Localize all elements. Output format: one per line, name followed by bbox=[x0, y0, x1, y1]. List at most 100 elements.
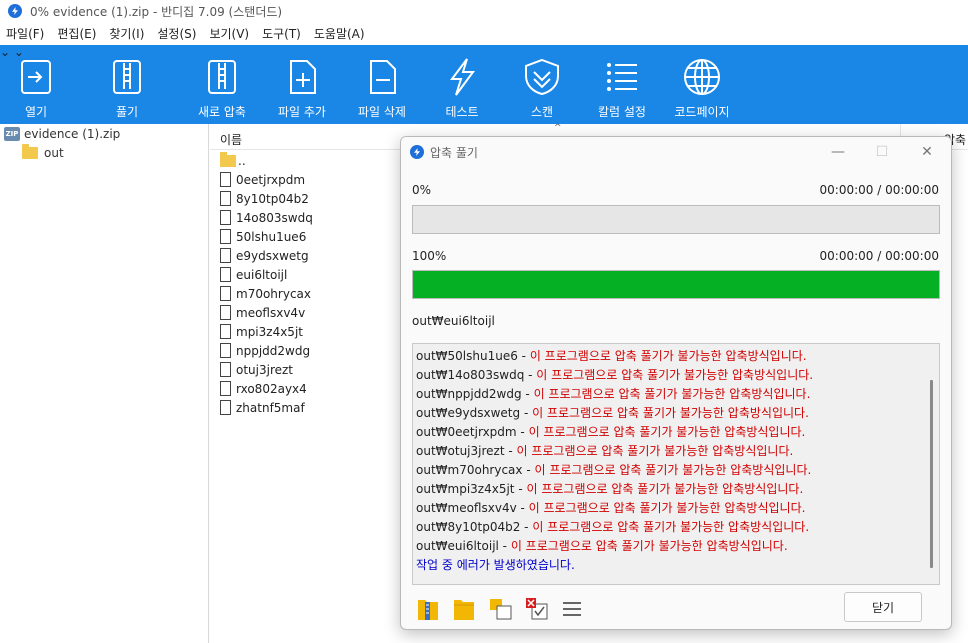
error-checkbox-icon[interactable] bbox=[524, 596, 548, 622]
file-icon bbox=[220, 229, 231, 244]
copy-windows-icon[interactable] bbox=[488, 596, 512, 622]
log-line: out₩0eetjrxpdm - 이 프로그램으로 압축 풀기가 불가능한 압축… bbox=[416, 425, 806, 439]
tree-item-label: out bbox=[44, 146, 64, 160]
dialog-actions bbox=[416, 596, 584, 622]
list-item[interactable]: zhatnf5maf bbox=[220, 398, 305, 417]
dialog-title-bar: 압축 풀기 bbox=[401, 137, 951, 167]
folder-icon bbox=[220, 151, 236, 167]
open-button[interactable]: 열기 bbox=[16, 45, 56, 124]
open-dropdown-icon[interactable]: ⌄ bbox=[0, 45, 10, 59]
log-line: out₩mpi3z4x5jt - 이 프로그램으로 압축 풀기가 불가능한 압축… bbox=[416, 482, 804, 496]
column-name[interactable]: 이름 bbox=[220, 131, 242, 148]
close-icon[interactable]: ✕ bbox=[917, 143, 937, 161]
tree-item-out[interactable]: out bbox=[22, 144, 64, 160]
list-icon bbox=[602, 57, 642, 97]
list-item[interactable]: m70ohrycax bbox=[220, 284, 311, 303]
log-line: out₩m70ohrycax - 이 프로그램으로 압축 풀기가 불가능한 압축… bbox=[416, 463, 812, 477]
log-summary: 작업 중 에러가 발생하였습니다. bbox=[416, 558, 575, 572]
open-folder-icon[interactable] bbox=[452, 596, 476, 622]
list-item[interactable]: e9ydsxwetg bbox=[220, 246, 309, 265]
menu-icon[interactable] bbox=[560, 596, 584, 622]
progress-file-label: 100% bbox=[412, 249, 447, 263]
log-line: out₩otuj3jrezt - 이 프로그램으로 압축 풀기가 불가능한 압축… bbox=[416, 444, 794, 458]
add-file-icon bbox=[282, 57, 322, 97]
column-settings-button[interactable]: 칼럼 설정 bbox=[594, 45, 650, 124]
list-item[interactable]: 0eetjrxpdm bbox=[220, 170, 305, 189]
log-line: out₩meoflsxv4v - 이 프로그램으로 압축 풀기가 불가능한 압축… bbox=[416, 501, 806, 515]
file-icon bbox=[220, 305, 231, 320]
tree-item-label: evidence (1).zip bbox=[24, 127, 121, 141]
log-scrollbar[interactable] bbox=[930, 380, 933, 568]
dialog-title: 압축 풀기 bbox=[430, 145, 478, 160]
file-icon bbox=[220, 343, 231, 358]
bandizip-logo-icon bbox=[8, 4, 22, 18]
list-item[interactable]: 50lshu1ue6 bbox=[220, 227, 306, 246]
open-archive-folder-icon[interactable] bbox=[416, 596, 440, 622]
file-icon bbox=[220, 381, 231, 396]
file-icon bbox=[220, 172, 231, 187]
list-item[interactable]: mpi3z4x5jt bbox=[220, 322, 303, 341]
progress-bar-file bbox=[412, 270, 940, 299]
maximize-icon: ☐ bbox=[875, 144, 889, 160]
list-item[interactable]: nppjdd2wdg bbox=[220, 341, 310, 360]
tree-item-archive[interactable]: ZIP evidence (1).zip bbox=[4, 127, 120, 141]
close-button[interactable]: 닫기 bbox=[844, 592, 922, 622]
extract-button[interactable]: 풀기 bbox=[107, 45, 147, 124]
file-icon bbox=[220, 286, 231, 301]
new-archive-icon bbox=[202, 57, 242, 97]
menu-view[interactable]: 보기(V) bbox=[209, 25, 249, 42]
file-icon bbox=[220, 400, 231, 415]
current-file-path: out₩eui6ltoijl bbox=[412, 314, 495, 328]
list-item[interactable]: meoflsxv4v bbox=[220, 303, 305, 322]
menu-edit[interactable]: 편집(E) bbox=[57, 25, 96, 42]
globe-icon bbox=[682, 57, 722, 97]
menu-help[interactable]: 도움말(A) bbox=[314, 25, 365, 42]
minimize-icon[interactable]: — bbox=[828, 143, 848, 161]
menu-find[interactable]: 찾기(I) bbox=[109, 25, 144, 42]
list-item[interactable]: rxo802ayx4 bbox=[220, 379, 307, 398]
extract-zipper-icon bbox=[107, 57, 147, 97]
scan-button[interactable]: 스캔 bbox=[520, 45, 564, 124]
menu-tools[interactable]: 도구(T) bbox=[262, 25, 301, 42]
file-icon bbox=[220, 248, 231, 263]
toolbar: 열기 ⌄ 풀기 ⌄ 새로 압축 파일 추가 파일 삭제 테스트 스캔 칼럼 설정… bbox=[0, 45, 968, 124]
file-icon bbox=[220, 267, 231, 282]
folder-icon bbox=[22, 144, 38, 159]
list-item[interactable]: 14o803swdq bbox=[220, 208, 313, 227]
menu-bar: 파일(F) 편집(E) 찾기(I) 설정(S) 보기(V) 도구(T) 도움말(… bbox=[0, 22, 968, 45]
codepage-button[interactable]: 코드페이지 bbox=[672, 45, 732, 124]
menu-settings[interactable]: 설정(S) bbox=[157, 25, 196, 42]
menu-file[interactable]: 파일(F) bbox=[6, 25, 44, 42]
sort-ascending-icon: ^ bbox=[554, 123, 562, 133]
add-file-button[interactable]: 파일 추가 bbox=[276, 45, 328, 124]
log-line: out₩nppjdd2wdg - 이 프로그램으로 압축 풀기가 불가능한 압축… bbox=[416, 387, 811, 401]
log-line: out₩50lshu1ue6 - 이 프로그램으로 압축 풀기가 불가능한 압축… bbox=[416, 349, 807, 363]
error-log[interactable]: out₩50lshu1ue6 - 이 프로그램으로 압축 풀기가 불가능한 압축… bbox=[412, 343, 940, 585]
file-icon bbox=[220, 362, 231, 377]
folder-tree: ZIP evidence (1).zip out bbox=[0, 124, 209, 643]
test-button[interactable]: 테스트 bbox=[444, 45, 480, 124]
list-item[interactable]: otuj3jrezt bbox=[220, 360, 293, 379]
list-item[interactable]: eui6ltoijl bbox=[220, 265, 287, 284]
bandizip-logo-icon bbox=[410, 145, 424, 159]
window-title: 0% evidence (1).zip - 반디집 7.09 (스탠더드) bbox=[30, 4, 283, 19]
delete-file-button[interactable]: 파일 삭제 bbox=[356, 45, 408, 124]
progress-file-time: 00:00:00 / 00:00:00 bbox=[819, 249, 939, 263]
log-line: out₩14o803swdq - 이 프로그램으로 압축 풀기가 불가능한 압축… bbox=[416, 368, 814, 382]
file-icon bbox=[220, 210, 231, 225]
shield-icon bbox=[522, 57, 562, 97]
log-line: out₩e9ydsxwetg - 이 프로그램으로 압축 풀기가 불가능한 압축… bbox=[416, 406, 809, 420]
title-bar: 0% evidence (1).zip - 반디집 7.09 (스탠더드) bbox=[0, 0, 968, 22]
extract-dialog: 압축 풀기 — ☐ ✕ 0% 00:00:00 / 00:00:00 100% … bbox=[400, 136, 952, 630]
delete-file-icon bbox=[362, 57, 402, 97]
list-item-parent[interactable]: .. bbox=[220, 151, 246, 170]
file-icon bbox=[220, 324, 231, 339]
lightning-icon bbox=[442, 57, 482, 97]
progress-total-label: 0% bbox=[412, 183, 432, 197]
progress-bar-total bbox=[412, 205, 940, 234]
new-archive-button[interactable]: 새로 압축 bbox=[196, 45, 248, 124]
progress-fill bbox=[413, 271, 939, 298]
log-line: out₩eui6ltoijl - 이 프로그램으로 압축 풀기가 불가능한 압축… bbox=[416, 539, 788, 553]
zip-file-icon: ZIP bbox=[4, 127, 20, 141]
list-item[interactable]: 8y10tp04b2 bbox=[220, 189, 309, 208]
